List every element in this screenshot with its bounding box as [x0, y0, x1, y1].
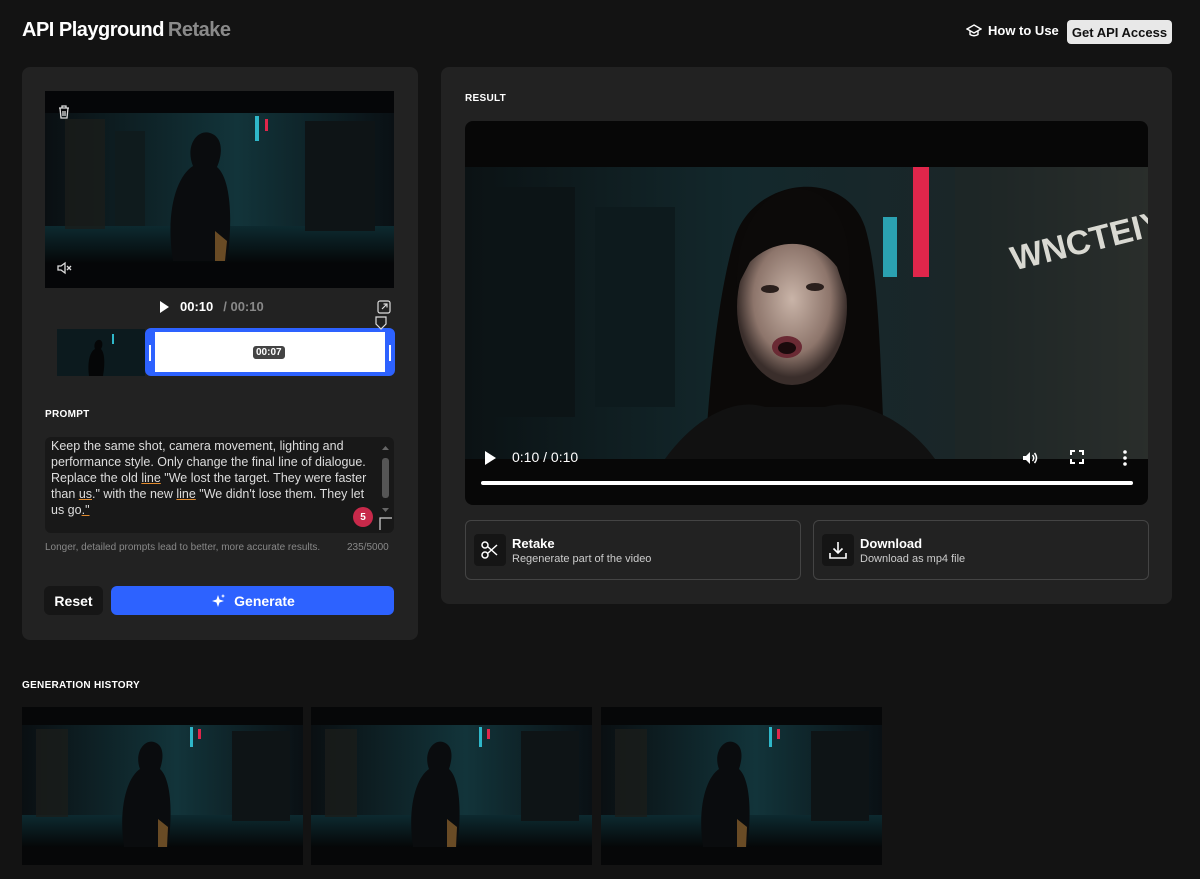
source-video-frame [45, 91, 394, 288]
trim-handle-left[interactable] [149, 345, 151, 361]
title-text: API Playground [22, 19, 164, 41]
scrollbar-thumb[interactable] [382, 458, 389, 498]
source-playback: 00:10 / 00:10 [158, 299, 264, 314]
play-icon[interactable] [483, 450, 497, 466]
more-options-icon[interactable] [1117, 449, 1133, 467]
history-item[interactable] [311, 707, 592, 865]
download-icon [822, 534, 854, 566]
history-item[interactable] [22, 707, 303, 865]
get-api-access-button[interactable]: Get API Access [1067, 20, 1172, 44]
scissors-icon [474, 534, 506, 566]
history-item[interactable] [601, 707, 882, 865]
trim-selection[interactable]: 00:07 [145, 328, 395, 376]
page-title: API Playground Retake [22, 19, 231, 42]
volume-icon[interactable] [1021, 449, 1039, 467]
generate-label: Generate [234, 592, 295, 609]
char-count: 235/5000 [347, 542, 389, 553]
retake-subtitle: Regenerate part of the video [512, 553, 652, 565]
download-subtitle: Download as mp4 file [860, 553, 966, 565]
result-label: RESULT [465, 93, 507, 104]
timeline-thumbnail [57, 329, 145, 376]
retake-title: Retake [512, 536, 555, 551]
prompt-text: ." with the new [92, 487, 177, 501]
fullscreen-icon[interactable] [1069, 449, 1085, 465]
result-video-frame: WNCTEIY UN [465, 167, 1148, 459]
playhead-marker-icon[interactable] [375, 316, 387, 330]
result-time: 0:10 / 0:10 [512, 449, 579, 465]
selection-duration-badge: 00:07 [253, 346, 285, 359]
reset-button[interactable]: Reset [44, 586, 103, 615]
sparkle-icon [212, 593, 226, 607]
prompt-text: us [78, 487, 93, 501]
prompt-hint: Longer, detailed prompts lead to better,… [45, 542, 321, 553]
how-to-use-label: How to Use [988, 23, 1059, 38]
issue-count-badge: 5 [353, 507, 373, 527]
title-subtitle: Retake [167, 19, 231, 41]
trim-timeline[interactable]: 00:07 [57, 316, 395, 376]
source-video[interactable] [45, 91, 394, 288]
trash-icon[interactable] [53, 101, 75, 123]
download-title: Download [860, 536, 923, 551]
video-controls: 0:10 / 0:10 [465, 441, 1148, 505]
trim-handle-right[interactable] [389, 345, 391, 361]
how-to-use-link[interactable]: How to Use [966, 23, 1059, 38]
download-action[interactable]: Download Download as mp4 file [813, 520, 1149, 580]
generate-button[interactable]: Generate [111, 586, 394, 615]
prompt-text: ." [81, 503, 90, 517]
graduation-cap-icon [966, 23, 982, 36]
prompt-text: line [176, 487, 196, 501]
expand-icon[interactable] [377, 300, 391, 314]
video-progress-bar[interactable] [481, 481, 1133, 485]
retake-action[interactable]: Retake Regenerate part of the video [465, 520, 801, 580]
result-video[interactable]: WNCTEIY UN 0:10 / 0:10 [465, 121, 1148, 505]
prompt-text: line [141, 471, 161, 485]
mute-icon[interactable] [53, 257, 75, 279]
total-time: / 00:10 [223, 299, 264, 314]
history-label: GENERATION HISTORY [22, 680, 141, 691]
current-time: 00:10 [180, 299, 214, 314]
prompt-label: PROMPT [45, 409, 90, 420]
resize-handle-icon[interactable] [379, 517, 393, 531]
play-icon[interactable] [158, 300, 170, 314]
prompt-textarea[interactable]: Keep the same shot, camera movement, lig… [45, 437, 394, 533]
